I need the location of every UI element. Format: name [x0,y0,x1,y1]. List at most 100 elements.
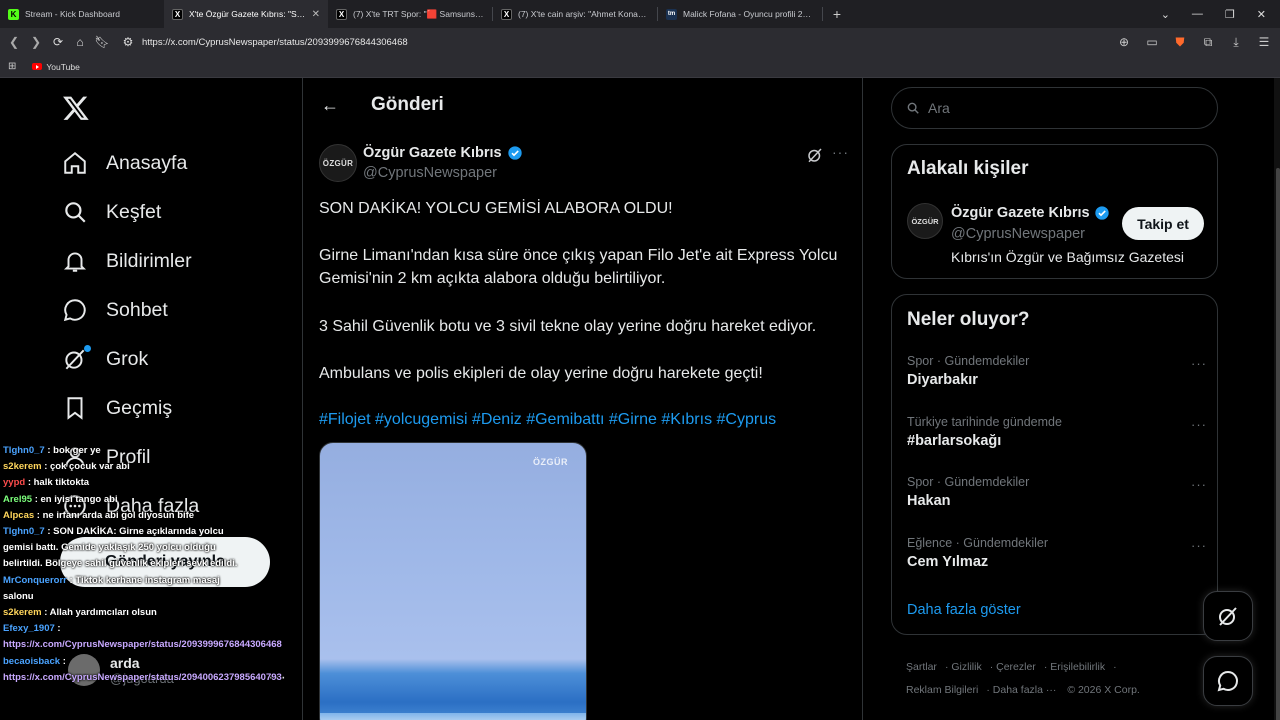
page-scrollbar[interactable] [1274,78,1280,720]
footer-link[interactable]: Gizlilik [951,661,981,673]
nav-item-label: Anasayfa [106,151,188,174]
show-more-link[interactable]: Daha fazla göster [907,602,1021,618]
chat-message: s2kerem : çok çocuk var abi [0,459,240,475]
close-tab-icon[interactable]: ✕ [312,9,320,20]
browser-tab[interactable]: X (7) X'te TRT Spor: "🟥 Samsunspor x [328,0,492,28]
reload-icon[interactable]: ⟳ [48,32,68,52]
chat-link[interactable]: https://x.com/CyprusNewspaper/status/209… [3,639,282,650]
apps-grid-icon[interactable]: ⊞ [8,61,16,72]
grok-icon[interactable] [806,146,824,164]
chat-icon [1217,670,1238,692]
nav-item-notifications[interactable]: Bildirimler [62,248,192,274]
trend-item[interactable]: Spor · Gündemdekiler Diyarbakır ··· [907,354,1207,388]
kick-favicon-icon: K [8,8,19,20]
author-name-text: Özgür Gazete Kıbrıs [363,145,502,161]
chat-user: s2kerem [3,461,42,473]
related-handle[interactable]: @CyprusNewspaper [951,226,1085,242]
tweet-author-name[interactable]: Özgür Gazete Kıbrıs [363,145,523,161]
trend-name: Cem Yılmaz [907,554,989,570]
related-bio: Kıbrıs'ın Özgür ve Bağımsız Gazetesi [951,249,1184,265]
footer-link[interactable]: Reklam Bilgileri [906,684,978,696]
address-bar-row: ❮ ❯ ⟳ ⌂ 🔖︎ ⚙︎ https://x.com/CyprusNewspa… [0,28,1280,56]
trend-item[interactable]: Eğlence · Gündemdekiler Cem Yılmaz ··· [907,536,1207,570]
bookmark-page-icon[interactable]: 🔖︎ [92,32,112,52]
chat-message: Alpcas : ne irfanı arda abi gol diyosun … [0,508,240,524]
footer-link[interactable]: Şartlar [906,661,937,673]
bell-icon [63,252,87,272]
menu-icon[interactable]: ☰ [1254,32,1274,52]
url-field[interactable]: https://x.com/CyprusNewspaper/status/209… [142,37,408,48]
trend-item[interactable]: Türkiye tarihinde gündemde #barlarsokağı… [907,415,1207,449]
footer-link[interactable]: Çerezler [996,661,1036,673]
nav-item-home[interactable]: Anasayfa [62,150,187,176]
nav-item-label: Sohbet [106,298,168,321]
trend-more-icon[interactable]: ··· [1191,538,1207,553]
zoom-icon[interactable]: ⊕ [1114,32,1134,52]
related-people-card: Alakalı kişiler ÖZGÜR Özgür Gazete Kıbrı… [891,144,1218,279]
page-title: Gönderi [371,94,444,115]
minimize-icon[interactable]: — [1192,8,1203,20]
trend-more-icon[interactable]: ··· [1191,356,1207,371]
trend-more-icon[interactable]: ··· [1191,477,1207,492]
trend-meta: Spor · Gündemdekiler [907,475,1030,489]
footer-link[interactable]: Erişilebilirlik [1050,661,1105,673]
follow-button[interactable]: Takip et [1122,207,1204,240]
extensions-icon[interactable]: ⧉ [1198,32,1218,52]
tweet-author-handle[interactable]: @CyprusNewspaper [363,165,497,181]
sea-foam [320,713,586,720]
messages-floating-button[interactable] [1203,656,1253,706]
close-window-icon[interactable]: ✕ [1257,8,1266,21]
x-logo-icon[interactable] [62,94,90,122]
tweet-hashtags[interactable]: #Filojet #yolcugemisi #Deniz #Gemibattı … [319,408,849,431]
tweet-text-line: 3 Sahil Güvenlik botu ve 3 sivil tekne o… [319,318,817,335]
nav-item-bookmarks[interactable]: Geçmiş [62,395,172,421]
browser-tab-active[interactable]: X X'te Özgür Gazete Kıbrıs: "SON D ✕ [164,0,328,28]
footer-links: Şartlar · Gizlilik · Çerezler · Erişilebili… [906,661,1140,696]
related-avatar[interactable]: ÖZGÜR [907,203,943,239]
tweet-more-icon[interactable]: ··· [832,144,849,160]
nav-item-label: Bildirimler [106,249,192,272]
cast-icon[interactable]: ▭ [1142,32,1162,52]
search-box[interactable] [891,87,1218,129]
nav-item-chat[interactable]: Sohbet [62,297,168,323]
back-arrow-icon[interactable]: ← [321,95,341,116]
scrollbar-thumb[interactable] [1276,168,1280,720]
tweet-video[interactable]: ÖZGÜR [319,442,587,720]
new-tab-button[interactable]: + [823,6,851,22]
trend-item[interactable]: Spor · Gündemdekiler Hakan ··· [907,475,1207,509]
browser-tab[interactable]: tm Malick Fofana - Oyuncu profili 26/27 [658,0,822,28]
browser-tab[interactable]: X (7) X'te cain arşiv: "Ahmet Konanç - R [493,0,657,28]
trends-card: Neler oluyor? Spor · Gündemdekiler Diyar… [891,294,1218,635]
grok-floating-button[interactable] [1203,591,1253,641]
trend-meta: Eğlence · Gündemdekiler [907,536,1049,550]
bookmark-youtube[interactable]: YouTube [32,62,80,72]
nav-item-explore[interactable]: Keşfet [62,199,161,225]
forward-icon[interactable]: ❯ [26,32,46,52]
brave-shield-icon[interactable]: ⛊ [1170,32,1190,52]
tab-list-icon[interactable]: ⌄ [1161,8,1170,21]
downloads-icon[interactable]: ⤓ [1226,32,1246,52]
back-icon[interactable]: ❮ [4,32,24,52]
trend-more-icon[interactable]: ··· [1191,417,1207,432]
stream-chat-overlay: Tlghn0_7 : bok ger ye s2kerem : çok çocu… [0,443,282,720]
chat-user: Tlghn0_7 [3,526,45,538]
chat-icon [63,299,86,322]
card-title: Alakalı kişiler [907,158,1029,179]
chat-link[interactable]: https://x.com/CyprusNewspaper/status/209… [3,672,282,683]
footer-link[interactable]: Daha fazla ··· [993,684,1057,696]
site-settings-icon[interactable]: ⚙︎ [118,32,138,52]
restore-icon[interactable]: ❐ [1225,8,1235,21]
related-name-text: Özgür Gazete Kıbrıs [951,205,1090,221]
tab-title: (7) X'te cain arşiv: "Ahmet Konanç - R [518,9,649,19]
transfermarkt-favicon-icon: tm [666,8,677,20]
tweet-author-avatar[interactable]: ÖZGÜR [319,144,357,182]
browser-tab[interactable]: K Stream - Kick Dashboard [0,0,164,28]
home-browser-icon[interactable]: ⌂ [70,32,90,52]
window-controls: ⌄ — ❐ ✕ [1161,0,1280,28]
chat-text: : Allah yardımcıları olsun [44,607,157,619]
nav-item-grok[interactable]: Grok [62,345,148,372]
search-input[interactable] [928,100,1188,116]
related-name[interactable]: Özgür Gazete Kıbrıs [951,205,1110,221]
chat-user: becaoisback [3,655,61,667]
x-favicon-icon: X [336,8,347,20]
